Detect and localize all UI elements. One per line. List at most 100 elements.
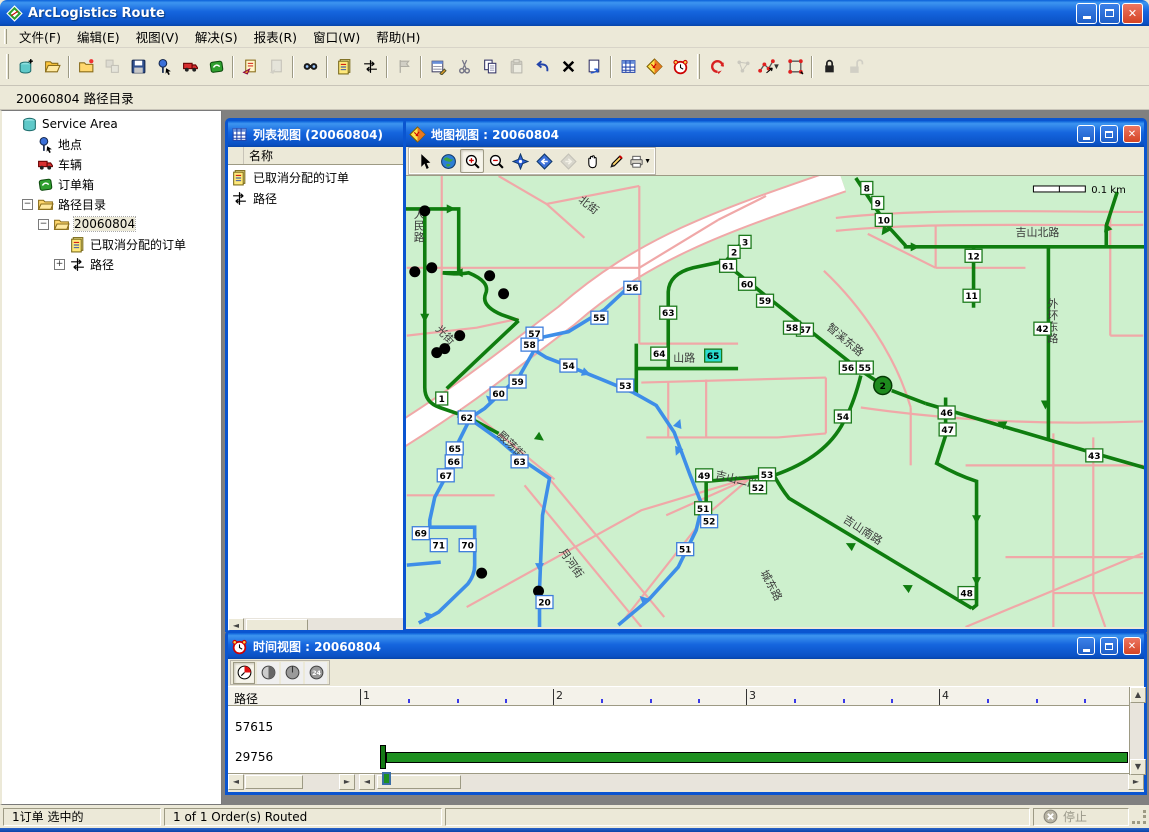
route-stop-label-59[interactable]: 59 [509, 375, 526, 388]
orders-list-button[interactable] [331, 54, 357, 80]
map-button[interactable] [641, 54, 667, 80]
map-canvas[interactable]: 北街吉山北路外环东路智溪东路山路吉山二路吉山南路城东路月河街殿荡街人民路光街 1… [406, 175, 1144, 627]
map-minimize-button[interactable] [1077, 125, 1095, 143]
menu-grip[interactable] [4, 29, 7, 44]
route-stop-circle-2[interactable]: 2 [874, 377, 892, 395]
stop-dot[interactable] [431, 347, 442, 358]
route-stop-label-47[interactable]: 47 [939, 423, 956, 436]
route-stop-label-11[interactable]: 11 [963, 289, 980, 302]
route-stop-label-52[interactable]: 52 [701, 515, 718, 528]
map-tool-print[interactable]: ▼ [628, 149, 652, 173]
alarm-button[interactable] [667, 54, 693, 80]
map-tool-back[interactable] [532, 149, 556, 173]
resize-grip[interactable] [1132, 810, 1146, 824]
route-stop-label-54[interactable]: 54 [560, 359, 577, 372]
route-column-header[interactable]: 路径 [234, 690, 258, 706]
map-tool-draw[interactable] [604, 149, 628, 173]
route-stop-label-49[interactable]: 49 [696, 469, 713, 482]
time-vertical-scrollbar[interactable]: ▲ ▼ [1129, 687, 1144, 775]
tree-item-route-folders[interactable]: −路径目录 [2, 194, 221, 214]
route-stop-label-55[interactable]: 55 [591, 311, 608, 324]
menu-item-solve[interactable]: 解决(S) [187, 25, 246, 48]
route-stop-label-9[interactable]: 9 [872, 196, 884, 209]
gantt-bar[interactable] [386, 752, 1128, 763]
routes-button[interactable] [357, 54, 383, 80]
cut-button[interactable] [451, 54, 477, 80]
toolbar-grip[interactable] [697, 54, 700, 80]
new-database-button[interactable] [13, 54, 39, 80]
route-stop-label-63[interactable]: 63 [511, 455, 528, 468]
order-box-button[interactable] [203, 54, 229, 80]
stop-dot[interactable] [476, 568, 487, 579]
route-stop-label-53[interactable]: 53 [617, 379, 634, 392]
tree-item-unassigned-orders[interactable]: 已取消分配的订单 [2, 234, 221, 254]
route-stop-label-66[interactable]: 66 [445, 455, 462, 468]
stop-dot[interactable] [409, 266, 420, 277]
solve-button[interactable] [704, 54, 730, 80]
route-start-marker[interactable] [382, 772, 391, 785]
route-stop-label-51[interactable]: 51 [677, 543, 694, 556]
map-maximize-button[interactable] [1100, 125, 1118, 143]
list-view-title-bar[interactable]: 列表视图 (20060804) [228, 121, 422, 147]
import-orders-button[interactable] [237, 54, 263, 80]
list-item-unassigned-orders[interactable]: 已取消分配的订单 [228, 167, 422, 188]
lock-button[interactable] [816, 54, 842, 80]
route-stop-label-53[interactable]: 53 [759, 468, 776, 481]
map-tool-select[interactable] [412, 149, 436, 173]
toolbar-grip[interactable] [6, 54, 9, 80]
route-stop-label-59[interactable]: 59 [757, 294, 774, 307]
vehicle-button[interactable] [177, 54, 203, 80]
copy-button[interactable] [477, 54, 503, 80]
time-scale-half-day[interactable] [257, 662, 279, 684]
menu-item-help[interactable]: 帮助(H) [368, 25, 428, 48]
route-stop-label-54[interactable]: 54 [834, 410, 851, 423]
save-button[interactable] [125, 54, 151, 80]
list-grid-button[interactable] [615, 54, 641, 80]
open-folder-button[interactable] [39, 54, 65, 80]
route-stop-label-70[interactable]: 70 [459, 539, 476, 552]
route-stop-label-58[interactable]: 58 [783, 321, 800, 334]
menu-item-window[interactable]: 窗口(W) [305, 25, 368, 48]
restore-button[interactable] [1099, 3, 1120, 24]
time-scale-full-day[interactable] [281, 662, 303, 684]
route-stop-label-43[interactable]: 43 [1086, 449, 1103, 462]
scroll-right-icon[interactable]: ► [339, 774, 355, 790]
route-stop-label-67[interactable]: 67 [437, 469, 454, 482]
tree-item-order-box[interactable]: 订单箱 [2, 174, 221, 194]
collapse-icon[interactable]: − [38, 219, 49, 230]
scroll-down-icon[interactable]: ▼ [1130, 759, 1146, 775]
tree-item-routes[interactable]: +路径 [2, 254, 221, 274]
new-folder-button[interactable] [73, 54, 99, 80]
location-pin-button[interactable] [151, 54, 177, 80]
dropdown-caret-icon[interactable]: ▼ [644, 158, 651, 165]
map-tool-full-extent[interactable] [436, 149, 460, 173]
stop-dot[interactable] [484, 270, 495, 281]
tree-item-locations[interactable]: 地点 [2, 134, 221, 154]
route-stop-label-65[interactable]: 65 [446, 442, 463, 455]
time-minimize-button[interactable] [1077, 637, 1095, 655]
scroll-left-icon[interactable]: ◄ [359, 774, 375, 790]
properties-button[interactable] [425, 54, 451, 80]
map-tool-zoom-to-selected[interactable] [508, 149, 532, 173]
scroll-left-icon[interactable]: ◄ [228, 774, 244, 790]
route-stop-label-12[interactable]: 12 [965, 249, 982, 262]
dropdown-caret-icon[interactable]: ▼ [773, 62, 781, 71]
tree-item-vehicles[interactable]: 车辆 [2, 154, 221, 174]
menu-item-file[interactable]: 文件(F) [11, 25, 69, 48]
collapse-icon[interactable]: − [22, 199, 33, 210]
gantt-row-route-57615[interactable]: 57615 [228, 712, 1144, 742]
time-horizontal-scrollbars[interactable]: ◄ ► ◄ ► [228, 773, 1144, 790]
route-stop-label-56[interactable]: 56 [839, 361, 856, 374]
tree-item-folder-20060804[interactable]: −20060804 [2, 214, 221, 234]
scroll-right-icon[interactable]: ► [1128, 774, 1144, 790]
route-stop-label-65[interactable]: 65 [705, 349, 722, 362]
menu-item-report[interactable]: 报表(R) [246, 25, 305, 48]
scroll-up-icon[interactable]: ▲ [1130, 687, 1146, 703]
time-scale-quarter-day[interactable] [233, 662, 255, 684]
route-stop-label-58[interactable]: 58 [521, 338, 538, 351]
time-view-title-bar[interactable]: 时间视图 : 20060804 ✕ [228, 633, 1144, 659]
map-tool-zoom-out[interactable] [484, 149, 508, 173]
stop-dot[interactable] [426, 262, 437, 273]
route-stop-label-10[interactable]: 10 [875, 213, 892, 226]
route-stop-label-42[interactable]: 42 [1034, 322, 1051, 335]
